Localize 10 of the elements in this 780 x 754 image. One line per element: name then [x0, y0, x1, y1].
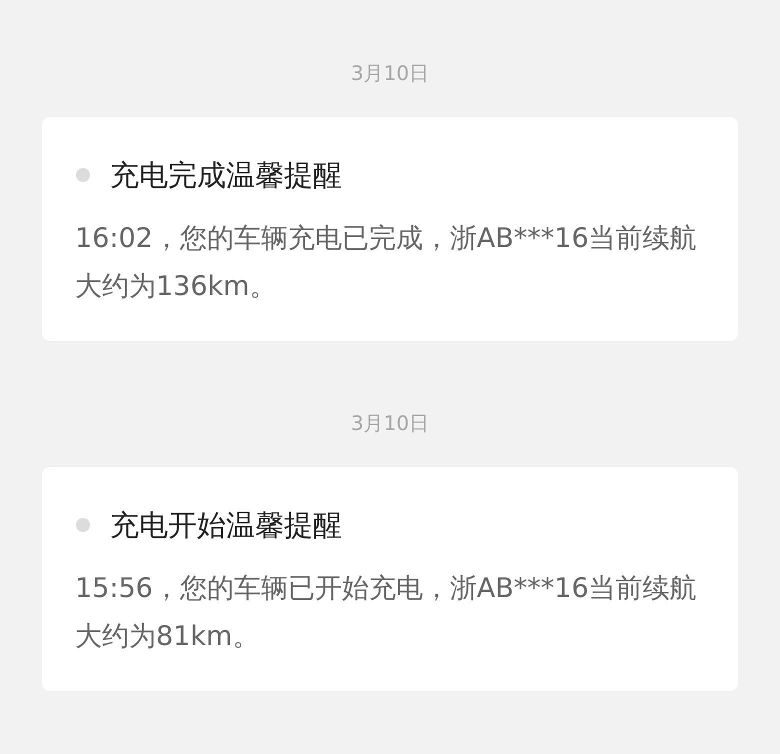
dot-icon: [76, 168, 90, 182]
message-text: 15:56，您的车辆已开始充电，浙AB***16当前续航大约为81km。: [75, 572, 698, 654]
message-title: 充电完成温馨提醒: [110, 157, 342, 194]
message-text: 16:02，您的车辆充电已完成，浙AB***16当前续航大约为136km。: [75, 222, 698, 304]
dot-icon: [76, 518, 90, 532]
message-date: 3月10日: [350, 60, 430, 86]
message-card[interactable]: 充电完成温馨提醒 16:02，您的车辆充电已完成，浙AB***16当前续航大约为136km。: [42, 117, 738, 341]
message-card[interactable]: 充电开始温馨提醒 15:56，您的车辆已开始充电，浙AB***16当前续航大约为81km。: [42, 467, 738, 691]
message-title: 充电开始温馨提醒: [110, 507, 342, 544]
message-date: 3月10日: [350, 410, 430, 436]
